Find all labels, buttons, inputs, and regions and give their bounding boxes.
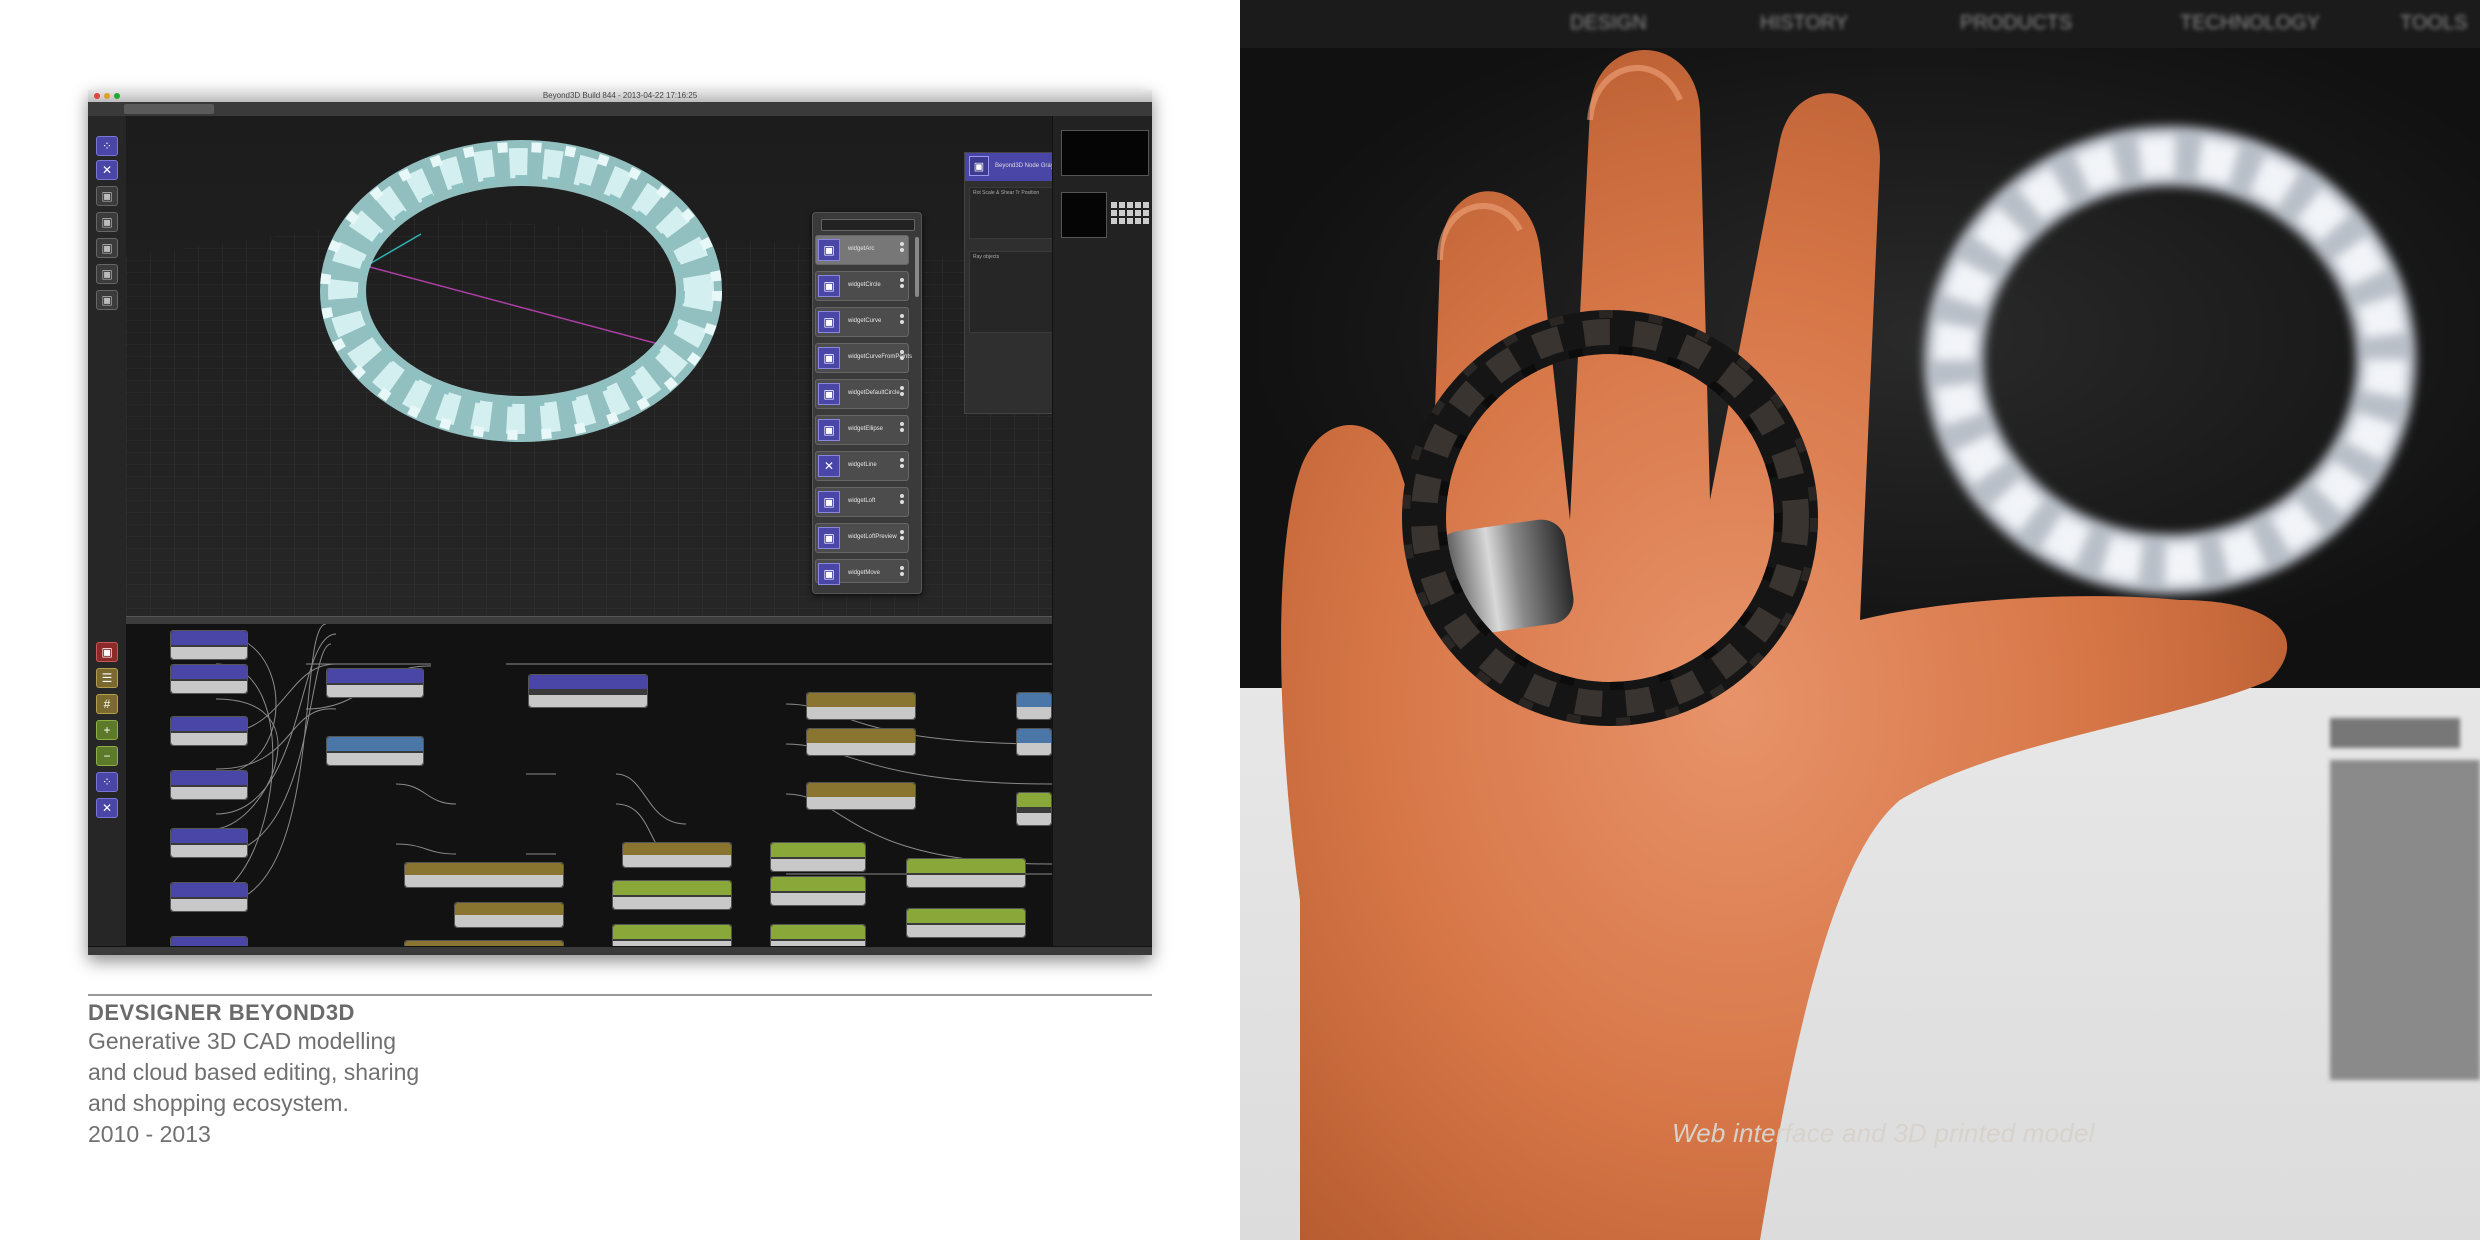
widget-list-item[interactable]: ▣ widgetEllipse — [815, 415, 909, 445]
project-years: 2010 - 2013 — [88, 1121, 211, 1147]
graph-node[interactable] — [1016, 792, 1052, 826]
widget-list-item[interactable]: ▣ widgetDefaultCircle — [815, 379, 909, 409]
graph-node[interactable] — [170, 828, 248, 858]
graph-node[interactable] — [454, 902, 564, 928]
graph-node[interactable] — [806, 728, 916, 756]
graph-node[interactable] — [170, 882, 248, 912]
sliders-icon[interactable]: ☰ — [96, 668, 118, 688]
graph-node[interactable] — [404, 862, 564, 888]
widget-tool-icon[interactable]: ▣ — [96, 290, 118, 310]
options-icon[interactable] — [900, 242, 904, 256]
options-icon[interactable] — [900, 386, 904, 400]
add-icon[interactable]: + — [96, 720, 118, 740]
graph-node[interactable] — [906, 858, 1026, 888]
options-icon[interactable] — [900, 494, 904, 508]
graph-node[interactable] — [170, 716, 248, 746]
project-description: and shopping ecosystem. — [88, 1090, 349, 1116]
widget-list-panel: ▣ widgetArc ▣ widgetCircle ▣ widgetCurve ▣ w… — [812, 212, 922, 594]
app-window: Beyond3D Build 844 - 2013-04-22 17:16:25… — [88, 90, 1152, 955]
widget-list-item[interactable]: ▣ widgetLoftPreview — [815, 523, 909, 553]
screen-ring-model — [1924, 126, 2416, 594]
graph-node[interactable] — [770, 876, 866, 906]
graph-node[interactable] — [622, 842, 732, 868]
options-icon[interactable] — [900, 422, 904, 436]
widget-icon: ▣ — [818, 491, 840, 513]
widget-list-item[interactable]: ▣ widgetCircle — [815, 271, 909, 301]
widget-search-input[interactable] — [821, 219, 915, 231]
widget-list-item[interactable]: ▣ widgetCurve — [815, 307, 909, 337]
keypad-icon[interactable] — [1111, 202, 1149, 224]
project-description: and cloud based editing, sharing — [88, 1059, 420, 1085]
graph-node[interactable] — [170, 664, 248, 694]
graph-node[interactable] — [528, 674, 648, 708]
widget-tool-icon[interactable]: ▣ — [96, 186, 118, 206]
left-toolbar: ⁘ ✕ ▣ ▣ ▣ ▣ ▣ ▣ ☰ # + − ⁘ ✕ — [88, 116, 127, 946]
graph-node[interactable] — [612, 924, 732, 946]
window-title: Beyond3D Build 844 - 2013-04-22 17:16:25 — [542, 91, 698, 100]
widget-icon: ▣ — [818, 347, 840, 369]
widget-list-item[interactable]: ▣ widgetCurveFromPoints — [815, 343, 912, 373]
widget-icon: ▣ — [818, 311, 840, 333]
widget-tool-icon[interactable]: ▣ — [96, 238, 118, 258]
product-photo: DESIGN HISTORY PRODUCTS TECHNOLOGY TOOLS — [1240, 0, 2480, 1240]
transform-tool-icon[interactable]: ✕ — [96, 160, 118, 180]
graph-node[interactable] — [906, 908, 1026, 938]
tab-bar — [88, 102, 1152, 117]
options-icon[interactable] — [900, 458, 904, 472]
widget-icon: ▣ — [818, 563, 840, 585]
preview-box — [1061, 130, 1149, 176]
widget-icon: ▣ — [818, 239, 840, 261]
right-sidebar — [1052, 116, 1152, 946]
options-icon[interactable] — [900, 314, 904, 328]
preview-box — [1061, 192, 1107, 238]
project-description: Generative 3D CAD modelling — [88, 1028, 397, 1054]
select-tool-icon[interactable]: ⁘ — [96, 136, 118, 156]
graph-node[interactable] — [1016, 728, 1052, 756]
options-icon[interactable] — [900, 278, 904, 292]
points-icon[interactable]: ⁘ — [96, 772, 118, 792]
3d-viewport[interactable]: ▣ widgetArc ▣ widgetCircle ▣ widgetCurve ▣ w… — [126, 116, 1076, 616]
widget-icon: ▣ — [818, 383, 840, 405]
graph-node[interactable] — [806, 782, 916, 810]
photo-caption: Web interface and 3D printed model — [1672, 1118, 2095, 1148]
record-icon[interactable]: ▣ — [96, 642, 118, 662]
viewport-scene — [126, 140, 1076, 616]
graph-node[interactable] — [770, 842, 866, 872]
widget-icon: ▣ — [818, 419, 840, 441]
widget-icon: ✕ — [818, 455, 840, 477]
node-icon: ▣ — [969, 156, 989, 176]
widget-tool-icon[interactable]: ▣ — [96, 264, 118, 284]
cross-icon[interactable]: ✕ — [96, 798, 118, 818]
options-icon[interactable] — [900, 530, 904, 544]
graph-node[interactable] — [806, 692, 916, 720]
widget-list-item[interactable]: ✕ widgetLine — [815, 451, 909, 481]
document-tab[interactable] — [124, 104, 214, 114]
node-graph[interactable] — [126, 624, 1052, 946]
options-icon[interactable] — [900, 350, 904, 364]
status-bar — [88, 946, 1152, 955]
widget-list-item[interactable]: ▣ widgetArc — [815, 235, 909, 265]
graph-node[interactable] — [170, 936, 248, 946]
graph-node[interactable] — [326, 736, 424, 766]
project-title: DEVSIGNER BEYOND3D — [88, 1000, 355, 1025]
photo-scene — [1281, 50, 2416, 1240]
options-icon[interactable] — [900, 566, 904, 580]
widget-list-item[interactable]: ▣ widgetMove — [815, 559, 909, 585]
window-titlebar: Beyond3D Build 844 - 2013-04-22 17:16:25 — [88, 90, 1152, 102]
graph-node[interactable] — [770, 924, 866, 946]
widget-list-scrollbar[interactable] — [915, 237, 919, 297]
caption-divider — [88, 994, 1152, 996]
graph-node[interactable] — [326, 668, 424, 698]
graph-node[interactable] — [1016, 692, 1052, 720]
widget-icon: ▣ — [818, 527, 840, 549]
numbers-icon[interactable]: # — [96, 694, 118, 714]
hand — [1281, 50, 2288, 1240]
graph-node[interactable] — [170, 630, 248, 660]
widget-list-item[interactable]: ▣ widgetLoft — [815, 487, 909, 517]
widget-tool-icon[interactable]: ▣ — [96, 212, 118, 232]
graph-node[interactable] — [612, 880, 732, 910]
subtract-icon[interactable]: − — [96, 746, 118, 766]
widget-icon: ▣ — [818, 275, 840, 297]
graph-node[interactable] — [170, 770, 248, 800]
